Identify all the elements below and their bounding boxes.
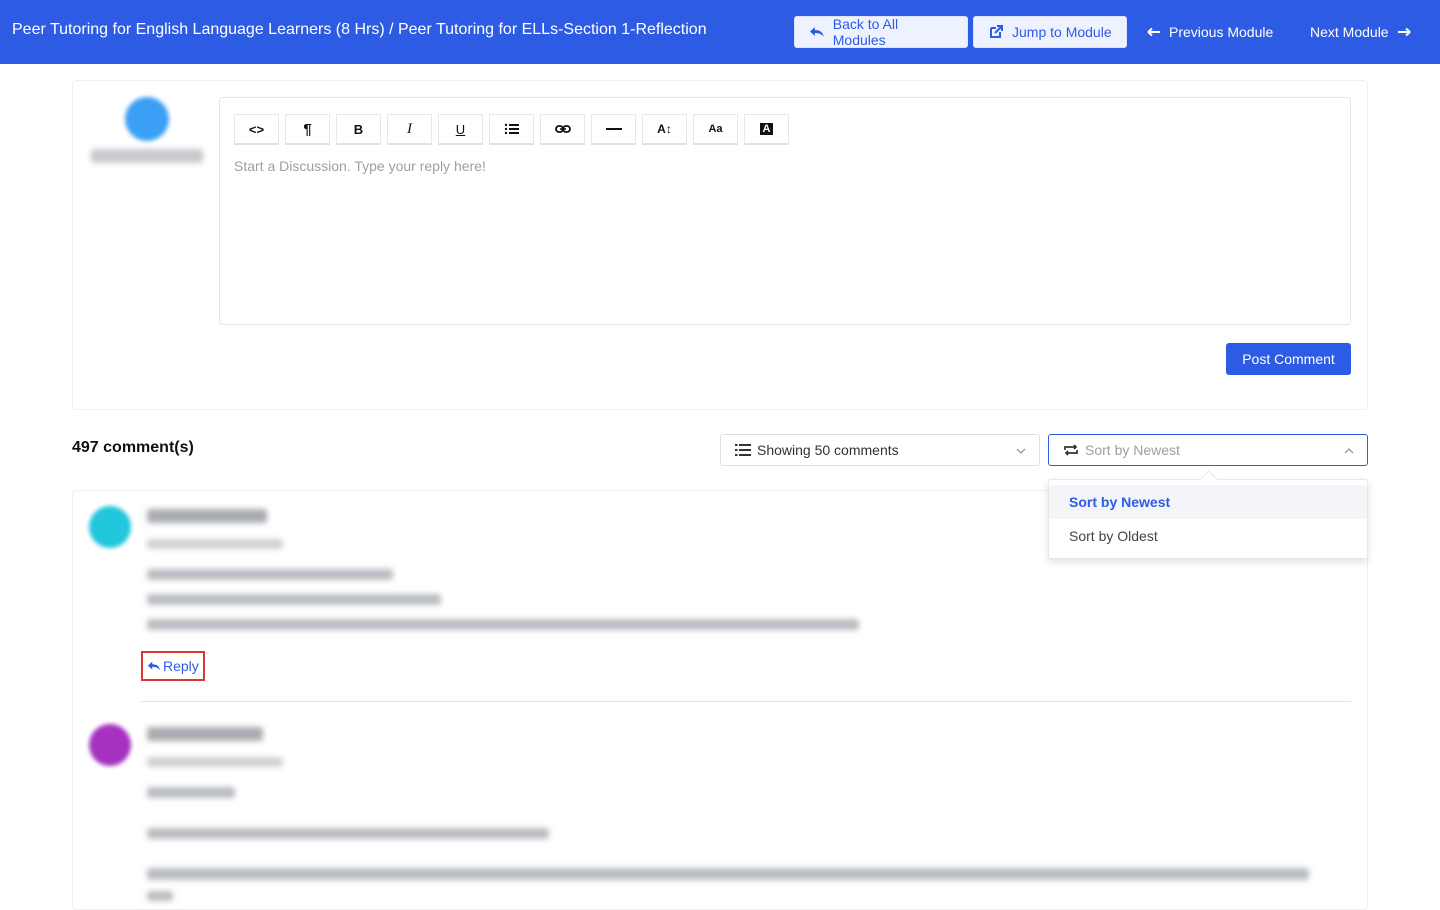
previous-module-button[interactable]: Previous Module xyxy=(1147,16,1273,48)
link-button[interactable] xyxy=(540,114,585,145)
underline-button[interactable]: U xyxy=(438,114,483,145)
underline-icon: U xyxy=(455,121,466,137)
comment-divider xyxy=(141,701,1351,702)
avatar xyxy=(89,506,131,548)
comment-text-redacted xyxy=(147,787,235,798)
next-module-label: Next Module xyxy=(1310,24,1389,40)
external-link-icon xyxy=(990,25,1003,38)
paragraph-button[interactable]: ¶ xyxy=(285,114,330,145)
text-color-button[interactable]: A xyxy=(744,114,789,145)
comment-author-redacted xyxy=(147,509,267,523)
arrow-right-icon xyxy=(1397,27,1411,37)
code-icon: <> xyxy=(248,121,265,137)
back-to-all-modules-label: Back to All Modules xyxy=(832,16,899,48)
jump-to-module-label: Jump to Module xyxy=(1012,24,1112,40)
comment-composer: <> ¶ B I U A↕ Aa A Start a Discussion. T… xyxy=(72,80,1368,410)
breadcrumb: Peer Tutoring for English Language Learn… xyxy=(12,21,707,38)
reply-arrow-icon xyxy=(809,27,824,37)
font-size-button[interactable]: A↕ xyxy=(642,114,687,145)
post-comment-button[interactable]: Post Comment xyxy=(1226,343,1351,375)
sort-select-placeholder: Sort by Newest xyxy=(1085,442,1180,458)
bold-icon: B xyxy=(353,121,364,137)
comment-text-redacted xyxy=(147,868,1309,880)
comment-date-redacted xyxy=(147,757,283,767)
sort-option-oldest[interactable]: Sort by Oldest xyxy=(1049,519,1367,553)
comment-count: 497 comment(s) xyxy=(72,439,194,456)
comment-author-redacted xyxy=(147,727,263,741)
sort-select[interactable]: Sort by Newest xyxy=(1048,434,1368,466)
code-view-button[interactable]: <> xyxy=(234,114,279,145)
user-name-redacted xyxy=(91,149,203,163)
text-color-icon: A xyxy=(759,123,774,135)
showing-comments-value: Showing 50 comments xyxy=(757,442,899,458)
arrow-left-icon xyxy=(1147,27,1160,37)
avatar xyxy=(125,97,169,141)
italic-icon: I xyxy=(407,120,412,137)
showing-comments-select[interactable]: Showing 50 comments xyxy=(720,434,1040,466)
list-icon xyxy=(735,444,751,456)
chevron-down-icon xyxy=(1016,448,1026,454)
chevron-up-icon xyxy=(1344,448,1354,454)
font-size-icon: A↕ xyxy=(657,122,672,136)
font-family-icon: Aa xyxy=(708,123,723,135)
avatar xyxy=(89,724,131,766)
comment-text-redacted xyxy=(147,619,859,630)
bold-button[interactable]: B xyxy=(336,114,381,145)
jump-to-module-button[interactable]: Jump to Module xyxy=(973,16,1127,48)
reply-label: Reply xyxy=(163,658,199,674)
link-icon xyxy=(554,125,571,133)
previous-module-label: Previous Module xyxy=(1169,24,1274,40)
sort-option-newest[interactable]: Sort by Newest xyxy=(1049,485,1367,519)
repeat-icon xyxy=(1064,444,1078,456)
next-module-button[interactable]: Next Module xyxy=(1310,16,1411,48)
pilcrow-icon: ¶ xyxy=(303,120,312,138)
font-family-button[interactable]: Aa xyxy=(693,114,738,145)
back-to-all-modules-button[interactable]: Back to All Modules xyxy=(794,16,968,48)
reply-button[interactable]: Reply xyxy=(141,651,205,681)
top-bar: Peer Tutoring for English Language Learn… xyxy=(0,0,1440,64)
rich-text-editor[interactable]: <> ¶ B I U A↕ Aa A Start a Discussion. T… xyxy=(219,97,1351,325)
editor-toolbar: <> ¶ B I U A↕ Aa A xyxy=(234,114,789,145)
italic-button[interactable]: I xyxy=(387,114,432,145)
comment-date-redacted xyxy=(147,539,283,549)
horizontal-rule-button[interactable] xyxy=(591,114,636,145)
horizontal-rule-icon xyxy=(605,128,622,130)
sort-dropdown: Sort by Newest Sort by Oldest xyxy=(1048,479,1368,559)
comment-text-redacted xyxy=(147,569,393,580)
editor-placeholder: Start a Discussion. Type your reply here… xyxy=(234,158,486,174)
list-button[interactable] xyxy=(489,114,534,145)
list-icon xyxy=(504,123,519,135)
comment-text-redacted xyxy=(147,828,549,839)
reply-arrow-icon xyxy=(147,661,161,671)
comment-text-redacted xyxy=(147,594,441,605)
